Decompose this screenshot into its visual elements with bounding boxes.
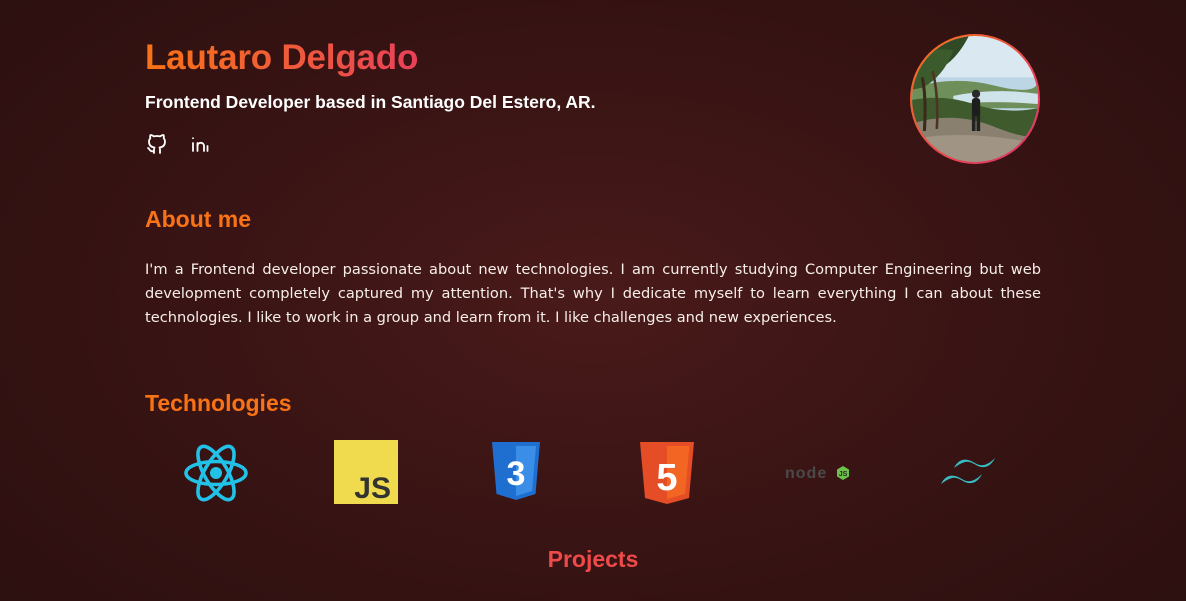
css3-icon-label: 3 (507, 455, 526, 493)
page-title: Lautaro Delgado (145, 38, 419, 77)
nodejs-icon-label: node (785, 465, 827, 482)
main-container: Lautaro Delgado Frontend Developer based… (145, 0, 1041, 601)
html5-icon: 5 (640, 442, 694, 504)
tailwind-icon (941, 458, 995, 484)
javascript-icon-label: JS (354, 472, 391, 504)
subtitle-role: Frontend Developer based in Santiago Del… (145, 92, 596, 112)
avatar (910, 34, 1040, 164)
javascript-icon: JS (334, 440, 398, 504)
about-paragraph: I'm a Frontend developer passionate abou… (145, 261, 1041, 326)
social-links (145, 132, 213, 156)
technologies-heading: Technologies (145, 390, 292, 416)
github-icon (147, 134, 166, 154)
linkedin-icon (192, 137, 209, 152)
html5-icon-label: 5 (656, 457, 677, 499)
projects-heading: Projects (547, 546, 639, 572)
linkedin-link[interactable] (189, 132, 213, 156)
github-link[interactable] (145, 132, 169, 156)
about-heading: About me (145, 206, 252, 232)
svg-text:JS: JS (839, 471, 848, 478)
nodejs-icon: node JS (785, 465, 849, 482)
css3-icon: 3 (492, 442, 540, 500)
profile-photo (912, 36, 1038, 162)
react-icon (184, 444, 248, 502)
technologies-list: JS 3 5 node JS (183, 440, 1013, 506)
